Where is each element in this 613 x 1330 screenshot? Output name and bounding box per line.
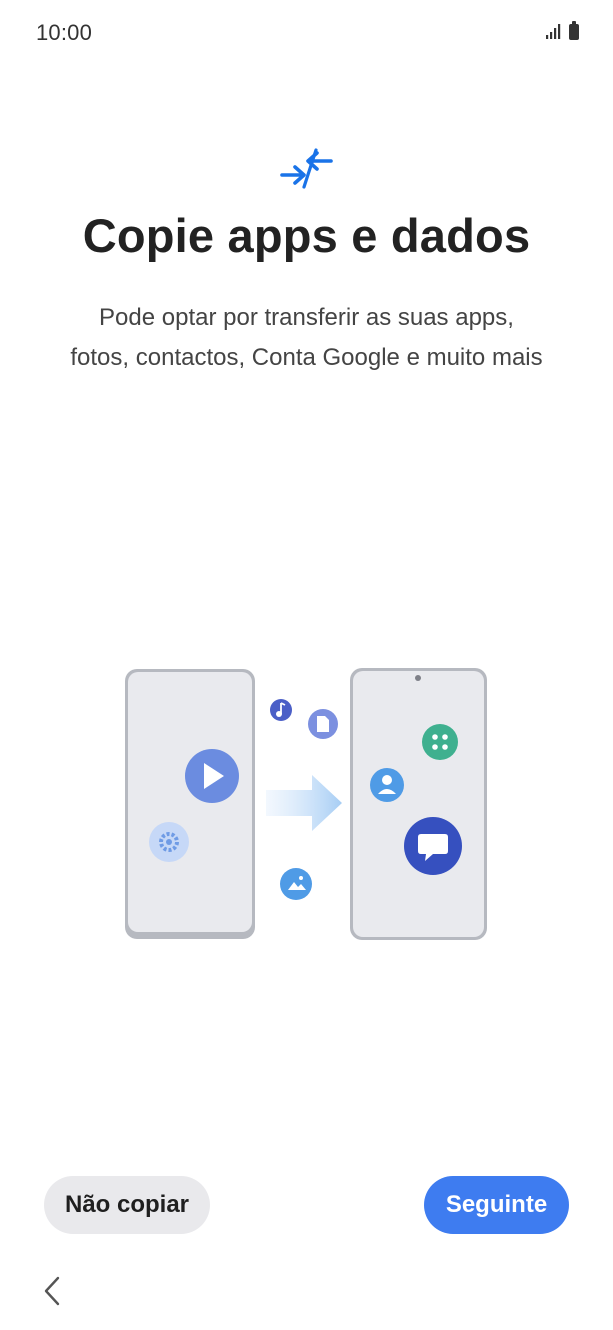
phone-transfer-illustration (125, 668, 487, 940)
settings-icon (149, 822, 189, 862)
back-button[interactable] (32, 1268, 72, 1314)
contact-icon (370, 768, 404, 802)
page-description: Pode optar por transferir as suas apps, … (70, 304, 543, 371)
transfer-arrow (266, 775, 342, 831)
message-icon (404, 817, 462, 875)
skip-copy-button[interactable]: Não copiar (44, 1176, 210, 1234)
status-bar: 10:00 (0, 0, 613, 64)
page-title: Copie apps e dados (82, 209, 531, 262)
image-icon (280, 868, 312, 900)
battery-icon (569, 21, 579, 40)
signal-icon (546, 24, 561, 39)
next-button[interactable]: Seguinte (424, 1176, 569, 1234)
target-phone (350, 668, 487, 940)
source-phone (125, 669, 255, 939)
back-chevron-icon (44, 1276, 60, 1306)
music-icon (270, 699, 292, 721)
status-time: 10:00 (36, 20, 93, 45)
apps-icon (422, 724, 458, 760)
status-icons (545, 21, 579, 40)
file-icon (308, 709, 338, 739)
play-icon (185, 749, 239, 803)
transfer-arrows-icon (280, 148, 333, 189)
